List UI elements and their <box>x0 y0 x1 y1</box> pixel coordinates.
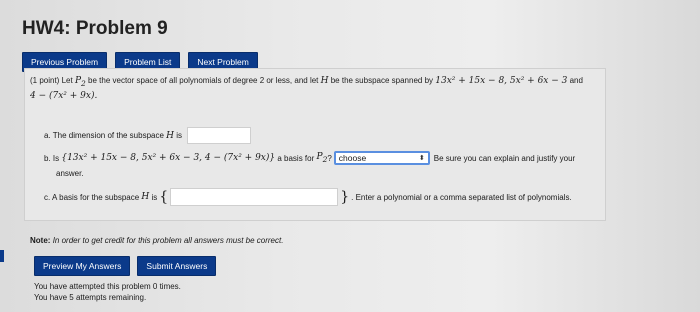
problem-statement: (1 point) Let P2 be the vector space of … <box>30 75 600 102</box>
intro-text: be the vector space of all polynomials o… <box>88 76 319 85</box>
part-b-text: a basis for <box>277 153 315 163</box>
dimension-input[interactable] <box>187 127 252 144</box>
intro-text: Let <box>61 76 73 85</box>
subspace-symbol: H <box>141 192 150 202</box>
attempts-info: You have attempted this problem 0 times.… <box>34 281 181 303</box>
select-value: choose <box>338 153 367 163</box>
intro-text: be the subspace spanned by <box>330 76 434 85</box>
note-text: In order to get credit for this problem … <box>52 236 284 245</box>
part-b: b. Is {13x² + 15x − 8, 5x² + 6x − 3, 4 −… <box>44 151 575 165</box>
subspace-symbol: H <box>166 130 175 141</box>
part-a: a. The dimension of the subspace H is <box>44 127 252 144</box>
part-b-note: Be sure you can explain and justify your <box>433 153 576 163</box>
part-b-label: b. Is <box>44 153 60 163</box>
part-c: c. A basis for the subspace H is { } . E… <box>44 188 572 206</box>
question-mark: ? <box>327 153 332 163</box>
part-b-note-cont: answer. <box>56 169 84 178</box>
side-marker <box>0 250 4 262</box>
space-symbol: P2 <box>74 76 86 88</box>
part-a-label: a. The dimension of the subspace <box>44 131 164 140</box>
page-title: HW4: Problem 9 <box>22 18 168 39</box>
span-polynomials: 13x² + 15x − 8, 5x² + 6x − 3 <box>435 76 568 86</box>
points-label: (1 point) <box>30 76 60 85</box>
span-polynomial-third: 4 − (7x² + 9x). <box>30 90 98 101</box>
intro-text: and <box>569 76 583 85</box>
part-c-is: is <box>151 192 158 202</box>
space-symbol: P2 <box>316 152 328 164</box>
basis-input[interactable] <box>170 188 339 206</box>
basis-select[interactable]: choose ⬍ <box>333 151 430 165</box>
preview-answers-button[interactable]: Preview My Answers <box>34 256 131 276</box>
action-row: Preview My Answers Submit Answers <box>34 256 217 276</box>
select-arrows-icon: ⬍ <box>418 155 425 162</box>
attempts-remaining: You have 5 attempts remaining. <box>34 293 147 302</box>
credit-note: Note: In order to get credit for this pr… <box>30 236 283 245</box>
attempts-count: You have attempted this problem 0 times. <box>34 282 181 291</box>
subspace-symbol: H <box>320 76 329 86</box>
part-c-hint: . Enter a polynomial or a comma separate… <box>351 192 572 202</box>
note-label: Note: <box>30 236 51 245</box>
submit-answers-button[interactable]: Submit Answers <box>137 256 217 276</box>
close-brace: } <box>340 189 350 205</box>
part-c-label: c. A basis for the subspace <box>44 192 140 202</box>
part-a-is: is <box>176 131 183 140</box>
polynomial-set: {13x² + 15x − 8, 5x² + 6x − 3, 4 − (7x² … <box>61 153 276 163</box>
open-brace: { <box>159 189 169 205</box>
